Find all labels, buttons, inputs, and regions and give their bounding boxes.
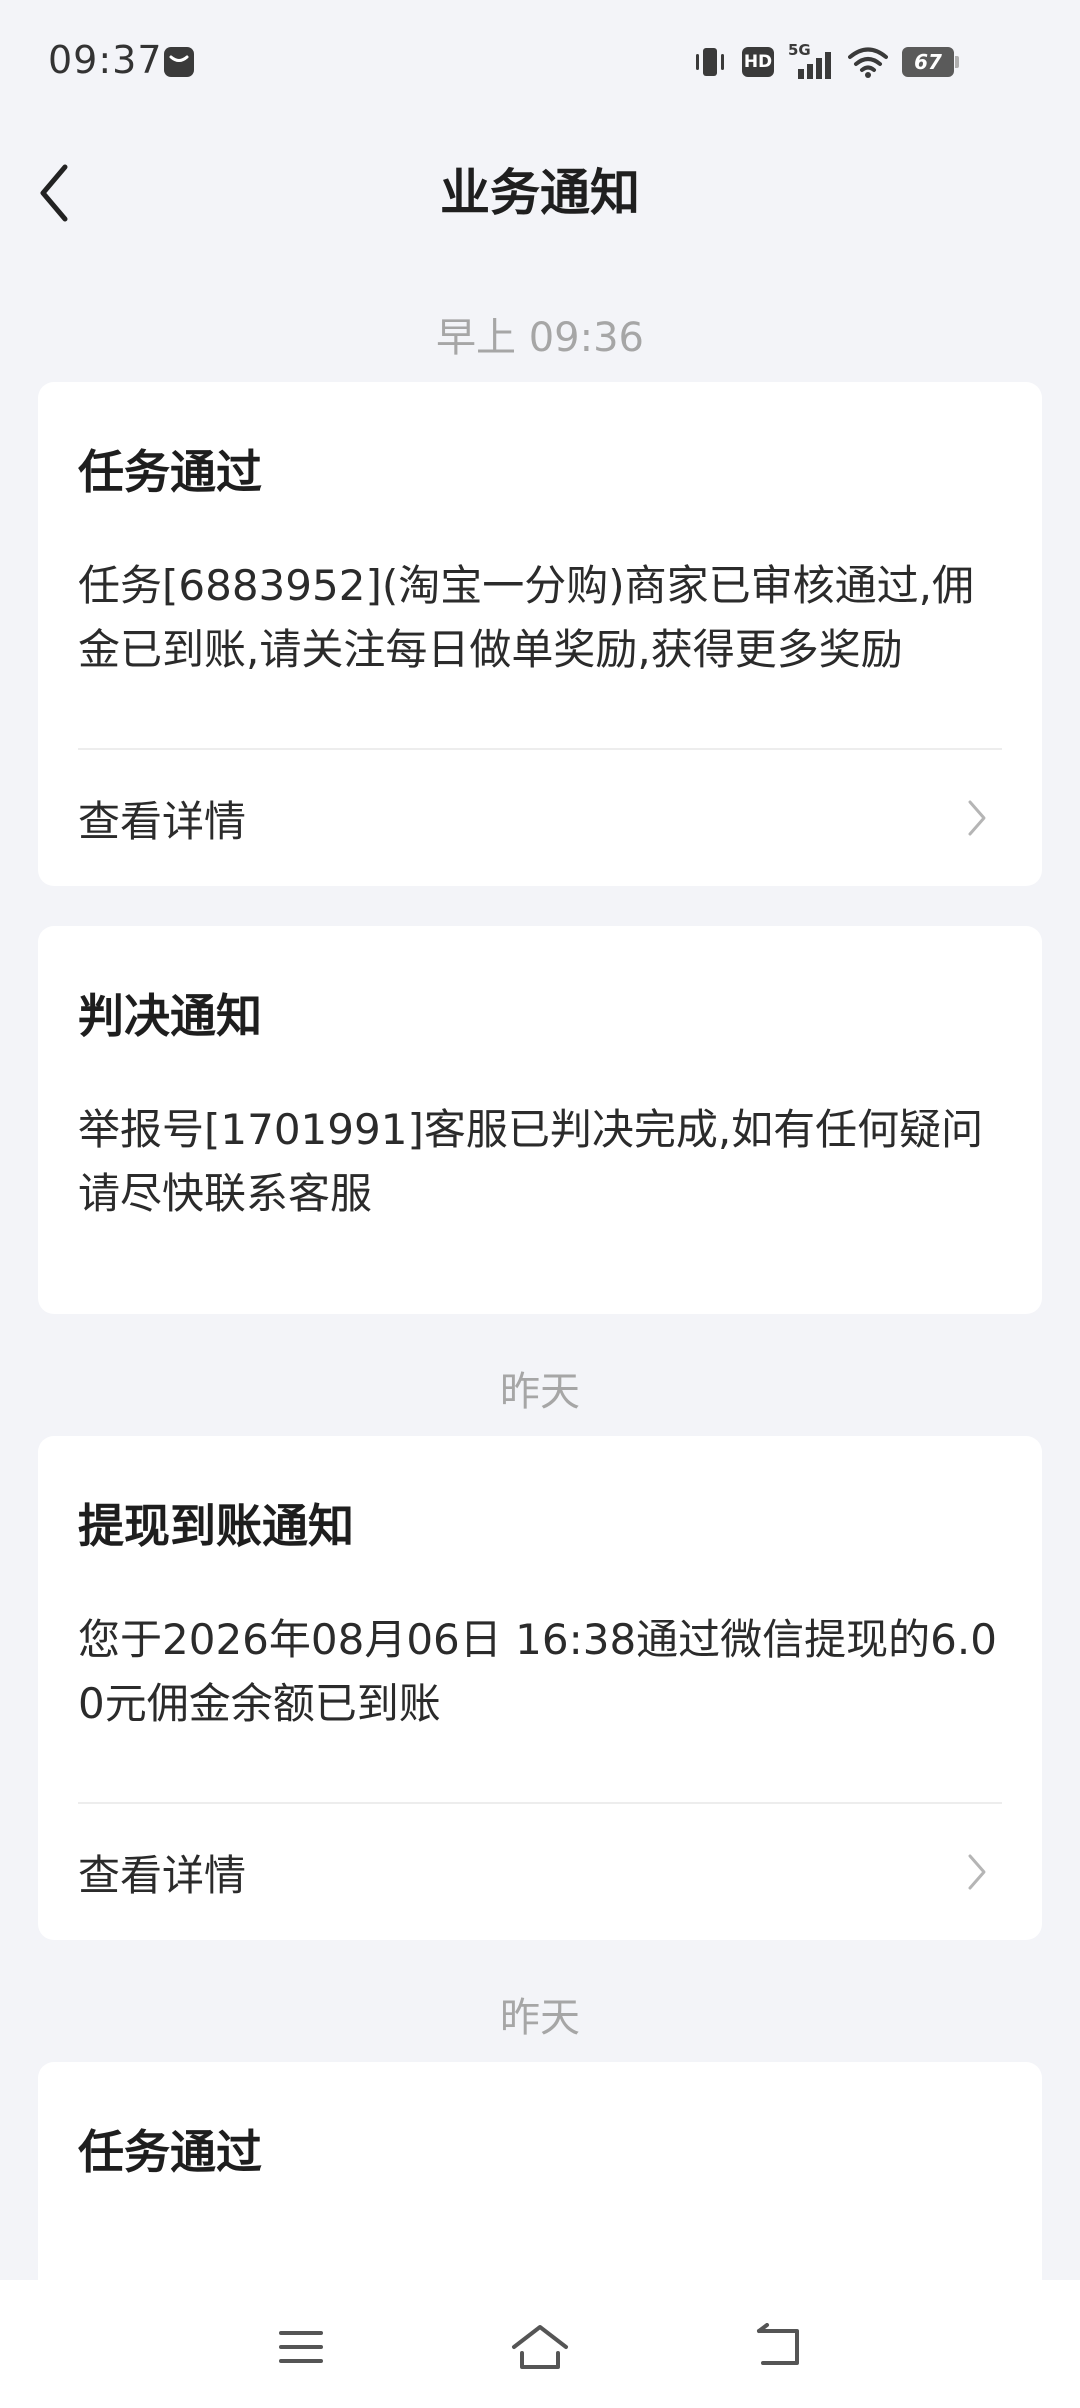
hd-label: HD [743,52,773,72]
notification-card: 判决通知 举报号[1701991]客服已判决完成,如有任何疑问请尽快联系客服 [38,926,1042,1314]
card-body: 举报号[1701991]客服已判决完成,如有任何疑问请尽快联系客服 [78,1105,984,1218]
notification-card: 任务通过 任务[6883952](淘宝一分购)商家已审核通过,佣金已到账,请关注… [38,382,1042,886]
back-icon [757,2323,799,2365]
status-bar: 09:37 HD 5G 67 [0,0,1080,128]
chevron-left-icon [40,164,68,222]
view-details-link[interactable]: 查看详情 [78,750,1002,886]
hd-icon: HD [742,47,774,77]
time-separator: 昨天 [500,1369,580,1415]
system-nav-bar [0,2280,1080,2408]
status-icons: HD 5G 67 [692,41,960,80]
signal-icon: 5G [788,41,834,79]
card-title: 任务通过 [78,445,262,499]
battery-level: 67 [914,50,942,74]
back-nav-button[interactable] [734,2302,824,2392]
menu-button[interactable] [256,2302,346,2392]
card-body: 您于2026年08月06日 16:38通过微信提现的6.00元佣金余额已到账 [78,1615,997,1728]
home-icon [512,2325,568,2369]
notification-card: 提现到账通知 您于2026年08月06日 16:38通过微信提现的6.00元佣金… [38,1436,1042,1940]
view-details-label: 查看详情 [78,1850,247,1900]
chevron-right-icon [968,1854,986,1890]
view-details-link[interactable]: 查看详情 [78,1804,1002,1940]
card-title: 判决通知 [78,989,262,1043]
home-button[interactable] [495,2302,585,2392]
time-separator: 昨天 [500,1995,580,2041]
vibrate-icon [696,48,724,76]
header: 业务通知 [0,128,1080,258]
wifi-icon [848,47,888,78]
back-button[interactable] [20,158,90,228]
card-title: 任务通过 [78,2125,262,2179]
card-body: 任务[6883952](淘宝一分购)商家已审核通过,佣金已到账,请关注每日做单奖… [78,561,974,674]
time-separator: 早上 09:36 [436,315,644,361]
status-time: 09:37 [48,38,163,82]
view-details-label: 查看详情 [78,796,247,846]
chevron-right-icon [968,800,986,836]
card-title: 提现到账通知 [78,1499,354,1553]
page-title: 业务通知 [440,164,640,222]
message-icon [164,47,194,77]
notification-list[interactable]: 早上 09:36 任务通过 任务[6883952](淘宝一分购)商家已审核通过,… [0,300,1080,2362]
menu-icon [279,2331,323,2363]
battery-icon: 67 [902,47,960,77]
